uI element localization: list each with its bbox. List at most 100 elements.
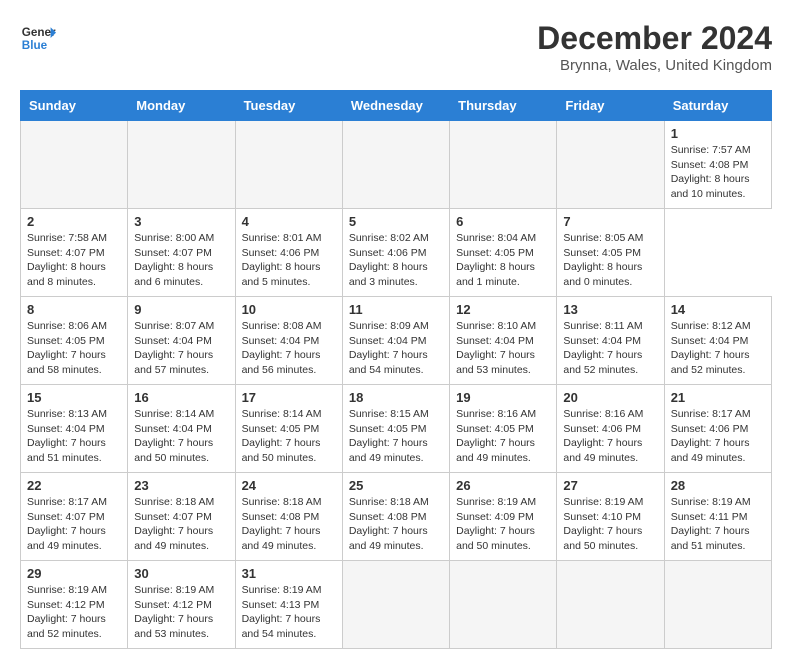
day-number: 1 (671, 126, 765, 141)
day-number: 13 (563, 302, 657, 317)
day-number: 12 (456, 302, 550, 317)
calendar-cell: 28Sunrise: 8:19 AMSunset: 4:11 PMDayligh… (664, 473, 771, 561)
week-row: 22 Sunrise: 8:17 AMSunset: 4:07 PMDayligh… (21, 473, 772, 561)
calendar-cell (450, 121, 557, 209)
calendar-cell (557, 121, 664, 209)
day-detail: Sunrise: 8:15 AMSunset: 4:05 PMDaylight:… (349, 407, 443, 466)
calendar-cell: 16 Sunrise: 8:14 AMSunset: 4:04 PMDayligh… (128, 385, 235, 473)
calendar-cell: 10 Sunrise: 8:08 AMSunset: 4:04 PMDayligh… (235, 297, 342, 385)
day-number: 7 (563, 214, 657, 229)
calendar-table: Sunday Monday Tuesday Wednesday Thursday… (20, 90, 772, 649)
title-block: December 2024 Brynna, Wales, United King… (537, 20, 772, 74)
day-detail: Sunrise: 8:19 AMSunset: 4:13 PMDaylight:… (242, 583, 336, 642)
day-detail: Sunrise: 8:00 AMSunset: 4:07 PMDaylight:… (134, 231, 228, 290)
day-detail: Sunrise: 8:07 AMSunset: 4:04 PMDaylight:… (134, 319, 228, 378)
calendar-cell: 31Sunrise: 8:19 AMSunset: 4:13 PMDayligh… (235, 561, 342, 649)
col-sunday: Sunday (21, 91, 128, 121)
day-detail: Sunrise: 8:14 AMSunset: 4:04 PMDaylight:… (134, 407, 228, 466)
day-number: 24 (242, 478, 336, 493)
day-detail: Sunrise: 7:58 AMSunset: 4:07 PMDaylight:… (27, 231, 121, 290)
day-number: 3 (134, 214, 228, 229)
day-detail: Sunrise: 8:19 AMSunset: 4:10 PMDaylight:… (563, 495, 657, 554)
calendar-cell: 9 Sunrise: 8:07 AMSunset: 4:04 PMDaylight… (128, 297, 235, 385)
day-number: 22 (27, 478, 121, 493)
day-number: 17 (242, 390, 336, 405)
calendar-cell: 1 Sunrise: 7:57 AMSunset: 4:08 PMDaylight… (664, 121, 771, 209)
day-number: 10 (242, 302, 336, 317)
calendar-cell: 29Sunrise: 8:19 AMSunset: 4:12 PMDayligh… (21, 561, 128, 649)
col-wednesday: Wednesday (342, 91, 449, 121)
calendar-cell: 8 Sunrise: 8:06 AMSunset: 4:05 PMDaylight… (21, 297, 128, 385)
day-detail: Sunrise: 8:16 AMSunset: 4:06 PMDaylight:… (563, 407, 657, 466)
day-number: 14 (671, 302, 765, 317)
calendar-cell (450, 561, 557, 649)
day-detail: Sunrise: 8:17 AMSunset: 4:06 PMDaylight:… (671, 407, 765, 466)
calendar-cell: 3 Sunrise: 8:00 AMSunset: 4:07 PMDaylight… (128, 209, 235, 297)
week-row: 15Sunrise: 8:13 AMSunset: 4:04 PMDayligh… (21, 385, 772, 473)
week-row: 2 Sunrise: 7:58 AMSunset: 4:07 PMDaylight… (21, 209, 772, 297)
calendar-cell: 22 Sunrise: 8:17 AMSunset: 4:07 PMDayligh… (21, 473, 128, 561)
day-number: 8 (27, 302, 121, 317)
day-number: 23 (134, 478, 228, 493)
day-detail: Sunrise: 8:16 AMSunset: 4:05 PMDaylight:… (456, 407, 550, 466)
day-detail: Sunrise: 8:02 AMSunset: 4:06 PMDaylight:… (349, 231, 443, 290)
day-number: 27 (563, 478, 657, 493)
calendar-cell: 13Sunrise: 8:11 AMSunset: 4:04 PMDayligh… (557, 297, 664, 385)
day-detail: Sunrise: 8:14 AMSunset: 4:05 PMDaylight:… (242, 407, 336, 466)
week-row: 8 Sunrise: 8:06 AMSunset: 4:05 PMDaylight… (21, 297, 772, 385)
day-detail: Sunrise: 8:04 AMSunset: 4:05 PMDaylight:… (456, 231, 550, 290)
day-detail: Sunrise: 8:01 AMSunset: 4:06 PMDaylight:… (242, 231, 336, 290)
page-header: General Blue December 2024 Brynna, Wales… (20, 20, 772, 74)
week-row: 29Sunrise: 8:19 AMSunset: 4:12 PMDayligh… (21, 561, 772, 649)
day-detail: Sunrise: 8:05 AMSunset: 4:05 PMDaylight:… (563, 231, 657, 290)
calendar-cell: 24 Sunrise: 8:18 AMSunset: 4:08 PMDayligh… (235, 473, 342, 561)
col-thursday: Thursday (450, 91, 557, 121)
day-detail: Sunrise: 8:12 AMSunset: 4:04 PMDaylight:… (671, 319, 765, 378)
day-detail: Sunrise: 8:17 AMSunset: 4:07 PMDaylight:… (27, 495, 121, 554)
week-row: 1 Sunrise: 7:57 AMSunset: 4:08 PMDaylight… (21, 121, 772, 209)
calendar-cell: 7 Sunrise: 8:05 AMSunset: 4:05 PMDaylight… (557, 209, 664, 297)
calendar-cell (557, 561, 664, 649)
day-number: 26 (456, 478, 550, 493)
calendar-cell: 6 Sunrise: 8:04 AMSunset: 4:05 PMDaylight… (450, 209, 557, 297)
day-number: 6 (456, 214, 550, 229)
calendar-cell: 30Sunrise: 8:19 AMSunset: 4:12 PMDayligh… (128, 561, 235, 649)
calendar-cell: 11 Sunrise: 8:09 AMSunset: 4:04 PMDayligh… (342, 297, 449, 385)
calendar-cell (342, 121, 449, 209)
calendar-cell (664, 561, 771, 649)
calendar-cell: 5 Sunrise: 8:02 AMSunset: 4:06 PMDaylight… (342, 209, 449, 297)
day-detail: Sunrise: 8:19 AMSunset: 4:12 PMDaylight:… (134, 583, 228, 642)
day-detail: Sunrise: 8:06 AMSunset: 4:05 PMDaylight:… (27, 319, 121, 378)
col-friday: Friday (557, 91, 664, 121)
day-number: 28 (671, 478, 765, 493)
day-number: 2 (27, 214, 121, 229)
calendar-cell (128, 121, 235, 209)
logo: General Blue (20, 20, 56, 56)
day-detail: Sunrise: 8:18 AMSunset: 4:08 PMDaylight:… (242, 495, 336, 554)
calendar-cell: 25Sunrise: 8:18 AMSunset: 4:08 PMDayligh… (342, 473, 449, 561)
header-row: Sunday Monday Tuesday Wednesday Thursday… (21, 91, 772, 121)
calendar-cell (21, 121, 128, 209)
day-detail: Sunrise: 8:09 AMSunset: 4:04 PMDaylight:… (349, 319, 443, 378)
calendar-title: December 2024 (537, 20, 772, 57)
logo-icon: General Blue (20, 20, 56, 56)
day-number: 9 (134, 302, 228, 317)
col-saturday: Saturday (664, 91, 771, 121)
day-detail: Sunrise: 8:19 AMSunset: 4:09 PMDaylight:… (456, 495, 550, 554)
svg-text:Blue: Blue (22, 39, 48, 52)
calendar-cell (342, 561, 449, 649)
day-number: 5 (349, 214, 443, 229)
day-number: 16 (134, 390, 228, 405)
calendar-subtitle: Brynna, Wales, United Kingdom (537, 57, 772, 74)
day-detail: Sunrise: 7:57 AMSunset: 4:08 PMDaylight:… (671, 143, 765, 202)
day-number: 19 (456, 390, 550, 405)
day-number: 11 (349, 302, 443, 317)
calendar-cell: 19 Sunrise: 8:16 AMSunset: 4:05 PMDayligh… (450, 385, 557, 473)
day-detail: Sunrise: 8:08 AMSunset: 4:04 PMDaylight:… (242, 319, 336, 378)
calendar-cell: 14 Sunrise: 8:12 AMSunset: 4:04 PMDayligh… (664, 297, 771, 385)
calendar-cell: 21Sunrise: 8:17 AMSunset: 4:06 PMDayligh… (664, 385, 771, 473)
day-detail: Sunrise: 8:10 AMSunset: 4:04 PMDaylight:… (456, 319, 550, 378)
calendar-cell: 20Sunrise: 8:16 AMSunset: 4:06 PMDayligh… (557, 385, 664, 473)
calendar-cell: 27 Sunrise: 8:19 AMSunset: 4:10 PMDayligh… (557, 473, 664, 561)
calendar-cell: 15Sunrise: 8:13 AMSunset: 4:04 PMDayligh… (21, 385, 128, 473)
